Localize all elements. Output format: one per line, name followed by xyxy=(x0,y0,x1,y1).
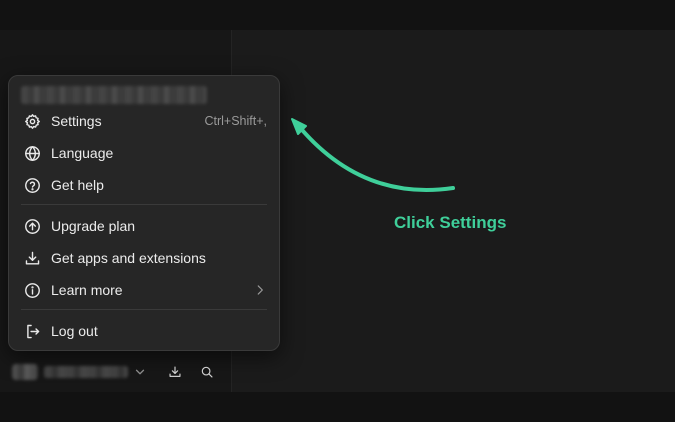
chevron-right-icon xyxy=(253,283,267,297)
search-icon[interactable] xyxy=(197,362,217,382)
menu-item-upgrade-plan[interactable]: Upgrade plan xyxy=(15,212,271,240)
menu-divider xyxy=(21,204,267,205)
menu-item-log-out[interactable]: Log out xyxy=(15,317,271,345)
logout-icon xyxy=(22,321,42,341)
menu-item-settings[interactable]: Settings Ctrl+Shift+, xyxy=(15,107,271,135)
chevron-down-icon[interactable] xyxy=(130,362,150,382)
menu-item-label: Language xyxy=(51,145,114,161)
menu-item-language[interactable]: Language xyxy=(15,139,271,167)
main-content xyxy=(232,30,675,392)
menu-item-label: Get apps and extensions xyxy=(51,250,206,266)
info-circle-icon xyxy=(22,280,42,300)
annotation-label: Click Settings xyxy=(394,213,507,232)
account-email-redacted xyxy=(21,86,207,104)
account-row[interactable] xyxy=(8,358,222,386)
top-bar xyxy=(0,0,675,30)
download-icon xyxy=(22,248,42,268)
menu-item-label: Settings xyxy=(51,113,102,129)
menu-item-get-apps[interactable]: Get apps and extensions xyxy=(15,244,271,272)
menu-item-label: Get help xyxy=(51,177,104,193)
arrow-up-circle-icon xyxy=(22,216,42,236)
menu-item-label: Upgrade plan xyxy=(51,218,136,234)
menu-item-get-help[interactable]: Get help xyxy=(15,171,271,199)
question-circle-icon xyxy=(22,175,42,195)
download-icon[interactable] xyxy=(165,362,185,382)
account-menu: Settings Ctrl+Shift+, Language Get help xyxy=(8,75,280,351)
avatar xyxy=(12,364,38,380)
bottom-strip xyxy=(0,392,675,422)
settings-shortcut: Ctrl+Shift+, xyxy=(204,114,267,128)
globe-icon xyxy=(22,143,42,163)
menu-divider xyxy=(21,309,267,310)
gear-icon xyxy=(22,111,42,131)
account-name-redacted xyxy=(44,366,128,378)
menu-item-label: Learn more xyxy=(51,282,123,298)
menu-item-learn-more[interactable]: Learn more xyxy=(15,276,271,304)
menu-item-label: Log out xyxy=(51,323,98,339)
